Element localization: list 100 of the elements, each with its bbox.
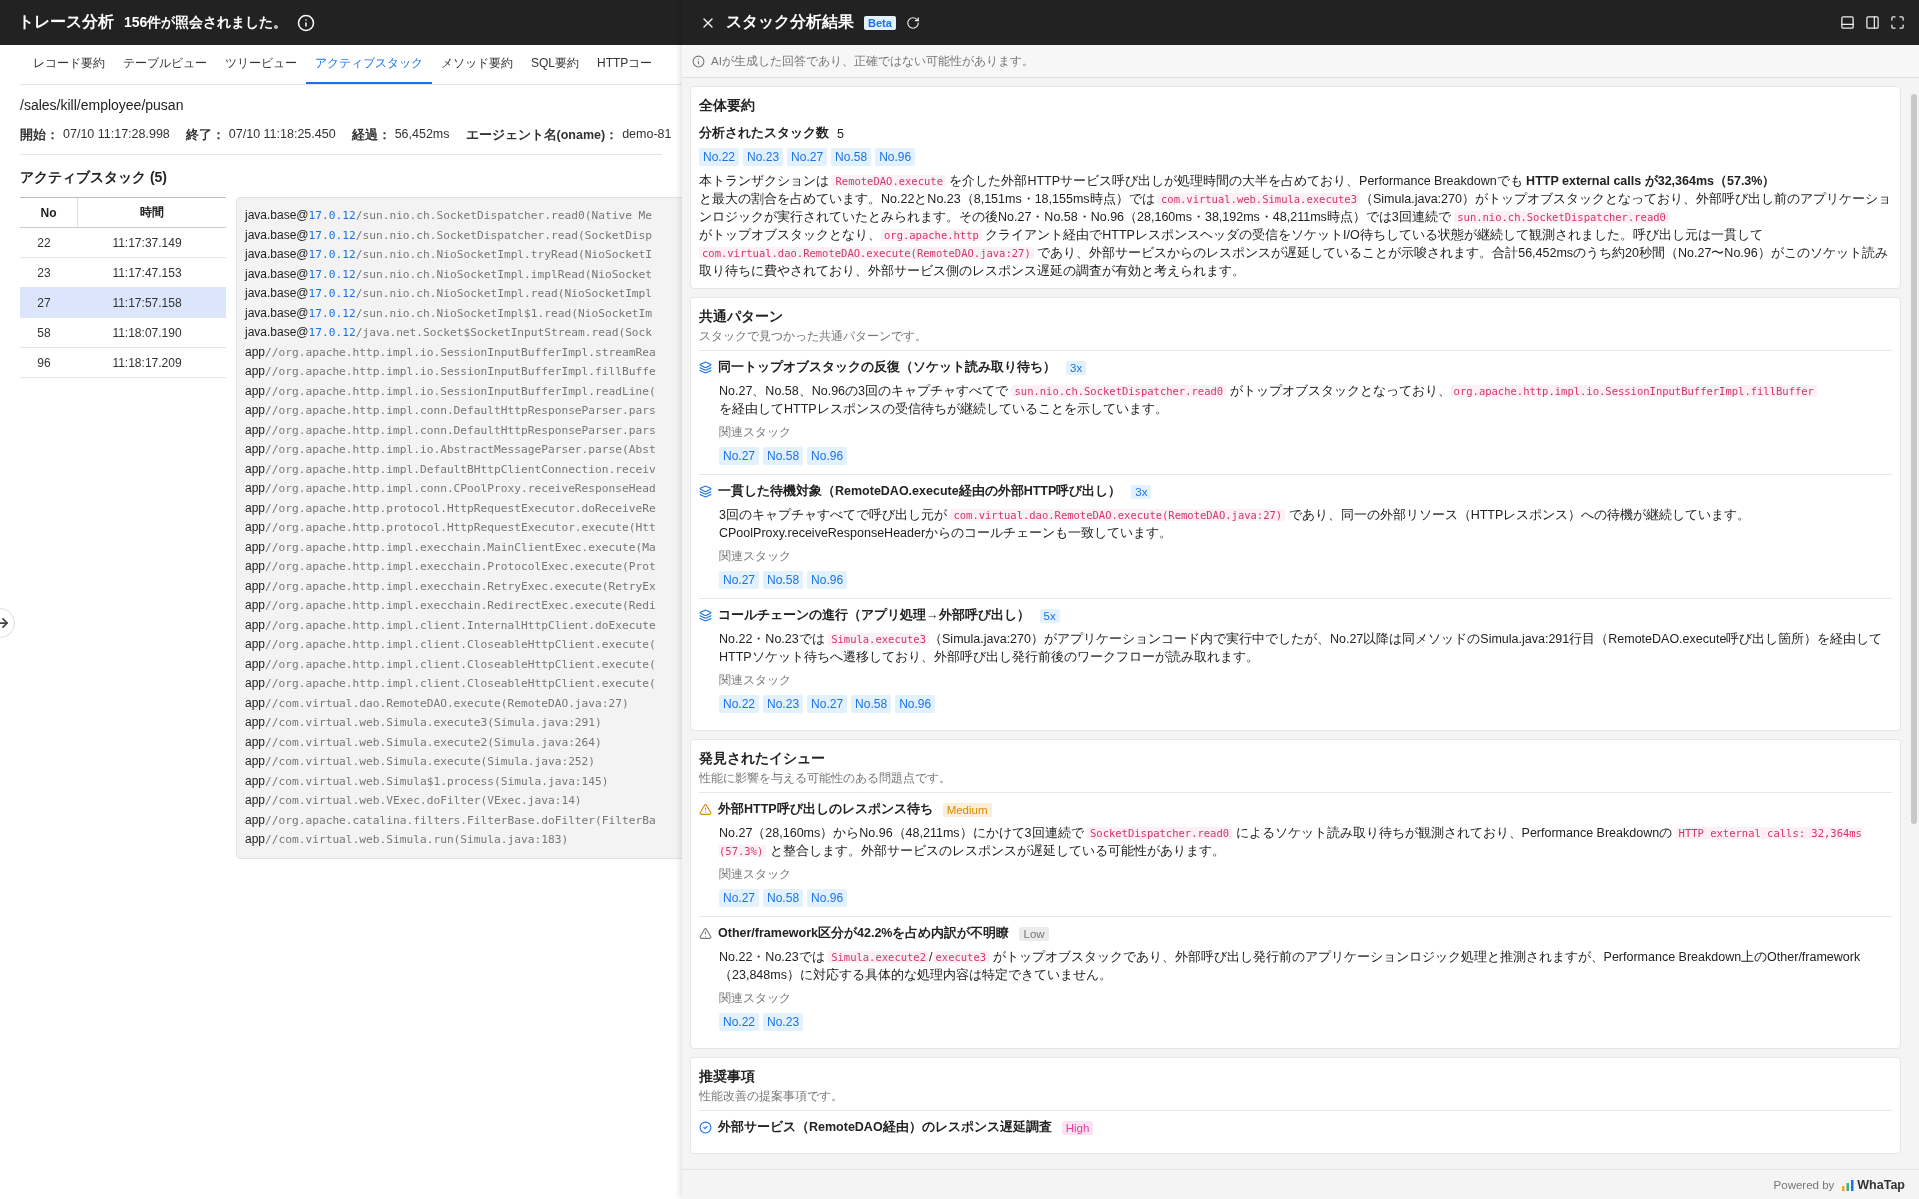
fullscreen-icon[interactable] bbox=[1890, 15, 1905, 30]
stack-frame: java.base@17.0.12/sun.nio.ch.NioSocketImpl$1.read(NioSocketIm bbox=[245, 303, 653, 323]
stack-tag[interactable]: No.27 bbox=[719, 447, 760, 465]
brand-name: WhaTap bbox=[1857, 1177, 1905, 1192]
stack-tag[interactable]: No.96 bbox=[807, 889, 848, 907]
scrollbar[interactable] bbox=[1911, 94, 1917, 824]
layers-icon bbox=[699, 361, 712, 374]
table-cell-text: 58 bbox=[36, 324, 52, 342]
stack-frame: app//com.virtual.web.Simula.execute3(Simula.java:291) bbox=[245, 713, 602, 733]
section-title: アクティブスタック (5) bbox=[20, 169, 168, 187]
recommendation-title: 外部サービス（RemoteDAO経由）のレスポンス遅延調査 bbox=[718, 1119, 1052, 1136]
count-badge: 5x bbox=[1039, 608, 1060, 623]
description-text: No.22・No.23では Simula.execute3 （Simula.java:270）がアプリケーションコード内で実行中でしたが、No.27以降は同メソッドのSimula.java:291行目（RemoteDAO.execute呼び出し箇所）を経由してHTTPソケット待ちへ遷移しており、外部呼び出し発行前後のワークフローが読み取れます。 bbox=[719, 631, 1884, 666]
meta-label: 開始： bbox=[20, 127, 59, 144]
stack-tag[interactable]: No.58 bbox=[763, 447, 804, 465]
stack-frame: app//com.virtual.web.VExec.doFilter(VExec.java:14) bbox=[245, 791, 582, 811]
meta-value: 07/10 11:18:25.450 bbox=[228, 127, 336, 143]
count-badge: 3x bbox=[1131, 484, 1152, 499]
refresh-icon[interactable] bbox=[905, 15, 920, 30]
stack-frame: app//org.apache.http.impl.client.CloseableHttpClient.execute( bbox=[245, 654, 656, 674]
stack-frame: app//org.apache.http.impl.client.CloseableHttpClient.execute( bbox=[245, 674, 656, 694]
tab[interactable]: ツリービュー bbox=[216, 45, 306, 84]
table-row[interactable]: 27 11:17:57.158 bbox=[20, 288, 226, 318]
stack-tag[interactable]: No.58 bbox=[851, 695, 892, 713]
stack-tag[interactable]: No.22 bbox=[719, 1013, 760, 1031]
stack-frame: java.base@17.0.12/sun.nio.ch.SocketDispatcher.read(SocketDisp bbox=[245, 225, 653, 245]
stack-tag[interactable]: No.58 bbox=[831, 148, 872, 166]
count-label: 分析されたスタック数 bbox=[699, 125, 829, 142]
tab[interactable]: メソッド要約 bbox=[432, 45, 522, 84]
stack-tag[interactable]: No.27 bbox=[807, 695, 848, 713]
pattern-title: 同一トップオブスタックの反復（ソケット読み取り待ち） bbox=[718, 359, 1056, 376]
stack-frame: app//org.apache.http.impl.DefaultBHttpClientConnection.receiv bbox=[245, 459, 656, 479]
description-text: 本トランザクションは RemoteDAO.execute を介した外部HTTPサービス呼び出しが処理時間の大半を占めており、Performance Breakdownでも HTTP external calls が32,364ms（57.3%） と最大の割合を占めています。No.22とNo.23（8,151ms・18,155ms時点）では com.virtual.web.Simula.execute3 （Simula.java:270）がトップオブスタックとなっており、外部呼び出し前のアプリケーションロジックが実行されていたとみられます。その後No.27・No.58・No.96（28,160ms・38,192ms・48,211ms時点）では3回連続で sun.nio.ch.SocketDispatcher.read0 がトップオブスタックとなり、 org.apache.http クライアント経由でHTTPレスポンスヘッダの受信をソケットI/O待ちしている状態が継続して観測されました。呼び出し元は一貫して com.virtual.dao.RemoteDAO.execute(RemoteDAO.java:27) であり、外部サービスからのレスポンスが遅延していることが示唆されます。合計56,452msのうち約20秒間（No.27〜No.96）がこのソケット読み取り待ちに費やされており、外部サービス側のレスポンス遅延の調査が有効と考えられます。 bbox=[699, 173, 1892, 280]
stack-tag[interactable]: No.58 bbox=[763, 889, 804, 907]
stack-frame: app//org.apache.http.impl.execchain.RetryExec.execute(RetryEx bbox=[245, 576, 656, 596]
column-header: No bbox=[20, 198, 78, 227]
description-text: No.27（28,160ms）からNo.96（48,211ms）にかけて3回連続で SocketDispatcher.read0 によるソケット読み取り待ちが観測されており、Performance Breakdownの HTTP external calls: 32,364ms (57.3%) と整合します。外部サービスのレスポンスが遅延している可能性があります。 bbox=[719, 825, 1863, 860]
stack-tag[interactable]: No.96 bbox=[895, 695, 936, 713]
stack-tag[interactable]: No.23 bbox=[763, 695, 804, 713]
stack-frame: app//org.apache.http.impl.execchain.RedirectExec.execute(Redi bbox=[245, 596, 656, 616]
stack-frame: java.base@17.0.12/sun.nio.ch.NioSocketImpl.tryRead(NioSocketI bbox=[245, 245, 653, 265]
count-value: 5 bbox=[837, 126, 844, 141]
card-title: 推奨事項 bbox=[699, 1068, 756, 1086]
table-cell-text: 96 bbox=[36, 354, 52, 372]
related-label: 関連スタック bbox=[719, 424, 792, 441]
table-cell-text: 11:17:37.149 bbox=[111, 234, 183, 252]
tab[interactable]: レコード要約 bbox=[24, 45, 114, 84]
stack-frame: app//com.virtual.web.Simula.execute2(Simula.java:264) bbox=[245, 732, 602, 752]
card-title: 共通パターン bbox=[699, 308, 784, 326]
table-cell-text: 11:17:47.153 bbox=[111, 264, 183, 282]
related-label: 関連スタック bbox=[719, 548, 792, 565]
disclaimer-text: AIが生成した回答であり、正確ではない可能性があります。 bbox=[711, 53, 1034, 69]
description-text: No.27、No.58、No.96の3回のキャプチャすべてで sun.nio.ch.SocketDispatcher.read0 がトップオブスタックとなっており、 org.apache.http.impl.io.SessionInputBufferImpl.fillBuffer を経由してHTTPレスポンスの受信待ちが継続していることを示しています。 bbox=[719, 382, 1892, 418]
table-cell-text: 11:18:17.209 bbox=[111, 354, 183, 372]
severity-badge: Medium bbox=[942, 802, 992, 817]
card-subtitle: 性能改善の提案事項です。 bbox=[699, 1089, 844, 1104]
meta-label: 終了： bbox=[185, 127, 225, 144]
url-path: /sales/kill/employee/pusan bbox=[20, 97, 185, 113]
table-cell-text: 27 bbox=[36, 294, 52, 312]
stack-frame: java.base@17.0.12/sun.nio.ch.NioSocketImpl.read(NioSocketImpl bbox=[245, 284, 653, 304]
stack-frame: app//com.virtual.web.Simula.run(Simula.java:183) bbox=[245, 830, 569, 850]
stack-tag[interactable]: No.27 bbox=[787, 148, 828, 166]
stack-frame: app//org.apache.http.impl.client.InternalHttpClient.doExecute bbox=[245, 615, 656, 635]
tab[interactable]: HTTPコー bbox=[588, 45, 662, 84]
description-text: No.22・No.23では Simula.execute2 / execute3 がトップオブスタックであり、外部呼び出し発行前のアプリケーションロジック処理と推測されますが、Performance Breakdown上のOther/framework（23,848ms）に対応する具体的な処理内容は特定できていません。 bbox=[719, 949, 1862, 984]
stack-tag[interactable]: No.23 bbox=[743, 148, 784, 166]
stack-tag[interactable]: No.96 bbox=[807, 571, 848, 589]
meta-value: demo-81 bbox=[622, 127, 672, 143]
tab[interactable]: テーブルビュー bbox=[114, 45, 216, 84]
stack-frame: app//org.apache.catalina.filters.FilterBase.doFilter(FilterBa bbox=[245, 810, 656, 830]
card-title: 発見されたイシュー bbox=[699, 750, 826, 768]
layers-icon bbox=[699, 609, 712, 622]
result-count: 156件が照会されました。 bbox=[124, 13, 288, 32]
stack-frame: app//org.apache.http.impl.execchain.MainClientExec.execute(Ma bbox=[245, 537, 656, 557]
stack-tag[interactable]: No.27 bbox=[719, 889, 760, 907]
related-label: 関連スタック bbox=[719, 866, 792, 883]
related-label: 関連スタック bbox=[719, 990, 792, 1007]
dock-right-icon[interactable] bbox=[1865, 15, 1880, 30]
info-icon[interactable] bbox=[297, 13, 316, 32]
stack-tag[interactable]: No.58 bbox=[763, 571, 804, 589]
card-title: 全体要約 bbox=[699, 97, 756, 115]
stack-frame: app//org.apache.http.impl.conn.DefaultHttpResponseParser.pars bbox=[245, 420, 656, 440]
stack-tag[interactable]: No.22 bbox=[699, 148, 740, 166]
stack-tag[interactable]: No.22 bbox=[719, 695, 760, 713]
page-title: トレース分析 bbox=[18, 12, 114, 32]
stack-tag[interactable]: No.27 bbox=[719, 571, 760, 589]
severity-badge: High bbox=[1061, 1120, 1094, 1135]
table-cell-text: 23 bbox=[36, 264, 52, 282]
meta-label: エージェント名(oname)： bbox=[465, 127, 619, 144]
stack-frame: app//org.apache.http.impl.io.SessionInputBufferImpl.streamRea bbox=[245, 342, 656, 362]
stack-frame: app//org.apache.http.protocol.HttpRequestExecutor.doReceiveRe bbox=[245, 498, 656, 518]
related-label: 関連スタック bbox=[719, 672, 792, 689]
issue-title: 外部HTTP呼び出しのレスポンス待ち bbox=[718, 801, 933, 818]
dock-bottom-icon[interactable] bbox=[1840, 15, 1855, 30]
stack-tag[interactable]: No.96 bbox=[875, 148, 916, 166]
check-circle-icon bbox=[699, 1121, 712, 1134]
tab[interactable]: アクティブスタック bbox=[306, 45, 432, 84]
stack-tag[interactable]: No.96 bbox=[807, 447, 848, 465]
tab[interactable]: SQL要約 bbox=[522, 45, 588, 84]
stack-tag[interactable]: No.23 bbox=[763, 1013, 804, 1031]
